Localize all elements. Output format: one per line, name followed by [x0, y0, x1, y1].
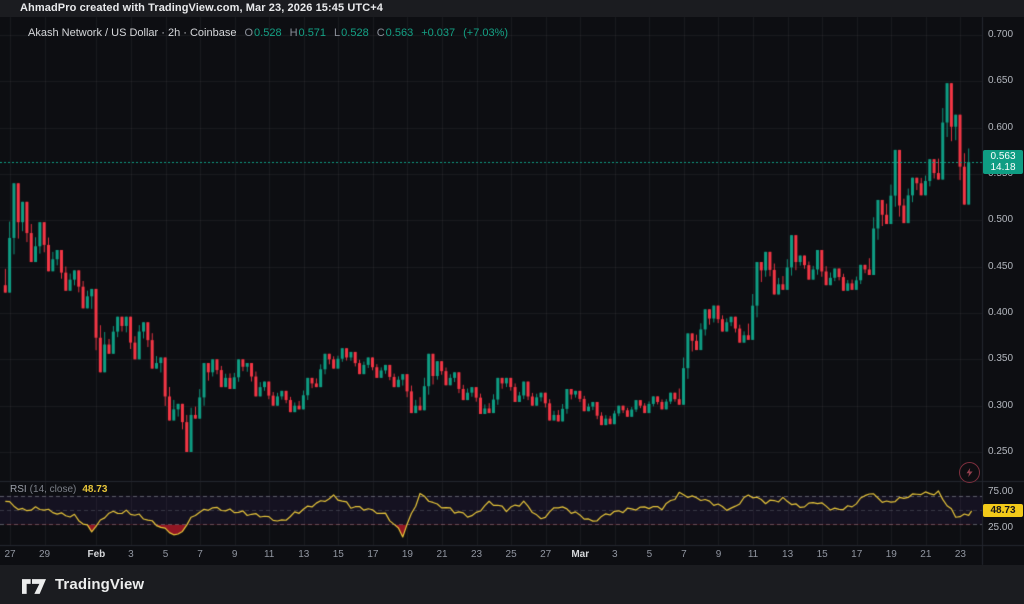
time-tick-month-label: Feb	[88, 549, 106, 560]
tradingview-logo-link[interactable]: TradingView	[22, 575, 144, 594]
time-tick-month-label: Mar	[571, 549, 589, 560]
tradingview-snapshot: AhmadPro created with TradingView.com, M…	[0, 0, 1024, 604]
time-tick-label: 11	[748, 549, 758, 560]
rsi-value-badge: 48.73	[983, 504, 1023, 517]
time-tick-label: 21	[920, 549, 931, 560]
price-scale[interactable]: 0.7000.6500.6000.5500.5000.4500.4000.350…	[983, 0, 1024, 565]
time-tick-label: 9	[716, 549, 722, 560]
rsi-indicator-legend[interactable]: RSI(14, close) 48.73	[10, 484, 107, 495]
rsi-value: 48.73	[82, 484, 107, 495]
ohlc-high-value: 0.571	[299, 27, 327, 39]
branding-bar: TradingView	[0, 565, 1024, 604]
quick-trade-button[interactable]	[959, 462, 980, 483]
symbol-title[interactable]: Akash Network / US Dollar · 2h · Coinbas…	[28, 27, 236, 39]
price-tick-label: 0.350	[988, 353, 1013, 364]
time-tick-label: 17	[367, 549, 378, 560]
time-tick-label: 17	[851, 549, 862, 560]
last-price-badge: 0.563 14.18	[983, 150, 1023, 174]
time-tick-label: 27	[540, 549, 551, 560]
price-tick-label: 0.650	[988, 75, 1013, 86]
time-tick-label: 15	[817, 549, 828, 560]
time-scale[interactable]: 27 29 Feb 3 5 7 9 11 13 15 17 19 21 23 25 27 Mar 3 5 7 9 11 13…	[0, 545, 982, 565]
time-tick-label: 25	[506, 549, 517, 560]
time-tick-label: 13	[782, 549, 793, 560]
time-tick-label: 9	[232, 549, 238, 560]
time-tick-label: 11	[264, 549, 274, 560]
time-tick-label: 3	[612, 549, 618, 560]
ohlc-low-value: 0.528	[341, 27, 369, 39]
time-tick-label: 21	[436, 549, 447, 560]
ohlc-open-value: 0.528	[254, 27, 282, 39]
ohlc-close-label: C	[377, 27, 385, 39]
time-tick-label: 3	[128, 549, 134, 560]
time-tick-label: 29	[39, 549, 50, 560]
rsi-title[interactable]: RSI	[10, 484, 27, 495]
lightning-icon	[964, 467, 975, 478]
time-tick-label: 19	[402, 549, 413, 560]
last-price-value: 0.563	[983, 151, 1023, 162]
ohlc-high-label: H	[290, 27, 298, 39]
ohlc-close-value: 0.563	[386, 27, 414, 39]
time-tick-label: 5	[647, 549, 653, 560]
ohlc-low-label: L	[334, 27, 340, 39]
change-value: +0.037	[421, 27, 455, 39]
time-tick-label: 23	[955, 549, 966, 560]
attribution-bar: AhmadPro created with TradingView.com, M…	[0, 0, 1024, 17]
rsi-tick-label: 25.00	[988, 522, 1013, 533]
price-tick-label: 0.450	[988, 261, 1013, 272]
symbol-legend[interactable]: Akash Network / US Dollar · 2h · Coinbas…	[28, 27, 508, 39]
chart-canvas[interactable]	[0, 0, 1024, 604]
price-tick-label: 0.500	[988, 214, 1013, 225]
bar-countdown: 14.18	[983, 162, 1023, 173]
tradingview-logo-icon	[22, 575, 46, 594]
price-tick-label: 0.400	[988, 307, 1013, 318]
price-tick-label: 0.300	[988, 400, 1013, 411]
time-tick-label: 15	[333, 549, 344, 560]
ohlc-open-label: O	[244, 27, 253, 39]
price-tick-label: 0.600	[988, 122, 1013, 133]
time-tick-label: 7	[197, 549, 203, 560]
time-tick-label: 7	[681, 549, 687, 560]
rsi-params: (14, close)	[30, 484, 77, 495]
tradingview-logo-text: TradingView	[55, 576, 144, 593]
change-percent: (+7.03%)	[463, 27, 508, 39]
price-tick-label: 0.700	[988, 29, 1013, 40]
time-tick-label: 23	[471, 549, 482, 560]
price-tick-label: 0.250	[988, 446, 1013, 457]
time-tick-label: 19	[886, 549, 897, 560]
time-tick-label: 13	[298, 549, 309, 560]
time-tick-label: 5	[163, 549, 169, 560]
attribution-text: AhmadPro created with TradingView.com, M…	[20, 2, 383, 14]
time-tick-label: 27	[4, 549, 15, 560]
rsi-tick-label: 75.00	[988, 486, 1013, 497]
